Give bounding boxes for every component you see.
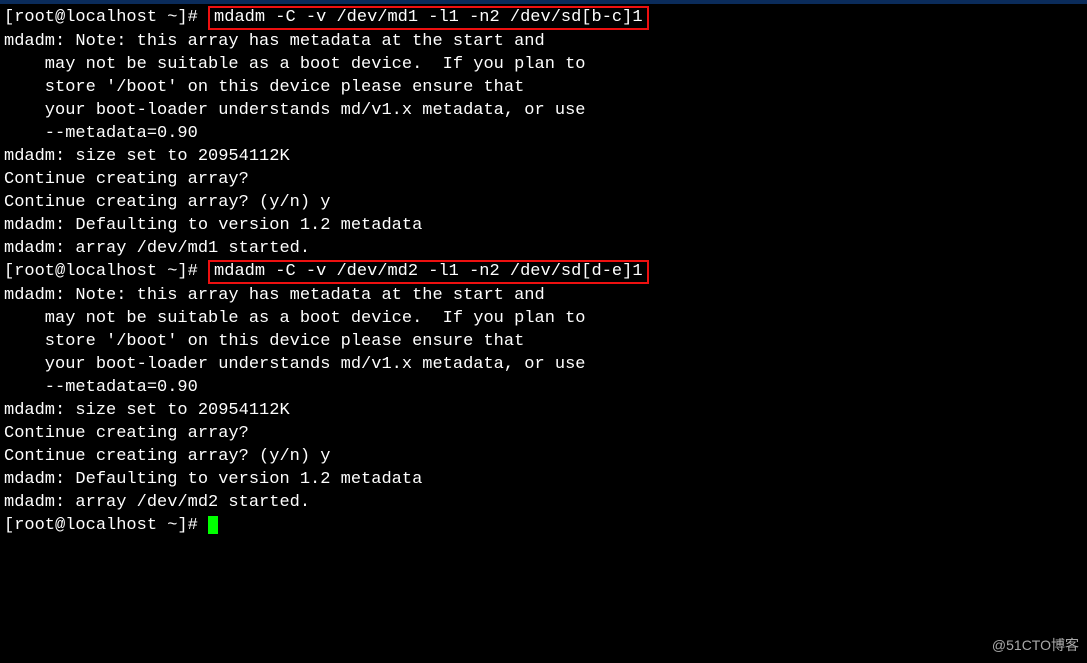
terminal-output[interactable]: [root@localhost ~]# mdadm -C -v /dev/md1… [0, 4, 1087, 539]
shell-prompt-2: [root@localhost ~]# [4, 262, 208, 281]
output-line: Continue creating array? [4, 170, 249, 189]
output-line: mdadm: Note: this array has metadata at … [4, 32, 545, 51]
output-line: mdadm: Defaulting to version 1.2 metadat… [4, 216, 422, 235]
output-line: may not be suitable as a boot device. If… [4, 309, 586, 328]
command-highlight-1: mdadm -C -v /dev/md1 -l1 -n2 /dev/sd[b-c… [208, 6, 648, 30]
output-line: mdadm: array /dev/md2 started. [4, 493, 310, 512]
output-line: your boot-loader understands md/v1.x met… [4, 101, 586, 120]
output-line: your boot-loader understands md/v1.x met… [4, 355, 586, 374]
output-line: may not be suitable as a boot device. If… [4, 55, 586, 74]
output-line: mdadm: size set to 20954112K [4, 401, 290, 420]
output-line: mdadm: Defaulting to version 1.2 metadat… [4, 470, 422, 489]
cursor-icon [208, 516, 218, 534]
output-line: Continue creating array? [4, 424, 249, 443]
watermark-label: @51CTO博客 [992, 635, 1079, 655]
output-line: mdadm: Note: this array has metadata at … [4, 286, 545, 305]
output-line: mdadm: array /dev/md1 started. [4, 239, 310, 258]
output-line: Continue creating array? (y/n) y [4, 447, 330, 466]
output-line: store '/boot' on this device please ensu… [4, 332, 524, 351]
output-line: --metadata=0.90 [4, 378, 198, 397]
shell-prompt-1: [root@localhost ~]# [4, 8, 208, 27]
output-line: Continue creating array? (y/n) y [4, 193, 330, 212]
output-line: store '/boot' on this device please ensu… [4, 78, 524, 97]
shell-prompt-3: [root@localhost ~]# [4, 516, 208, 535]
output-line: --metadata=0.90 [4, 124, 198, 143]
command-highlight-2: mdadm -C -v /dev/md2 -l1 -n2 /dev/sd[d-e… [208, 260, 648, 284]
output-line: mdadm: size set to 20954112K [4, 147, 290, 166]
